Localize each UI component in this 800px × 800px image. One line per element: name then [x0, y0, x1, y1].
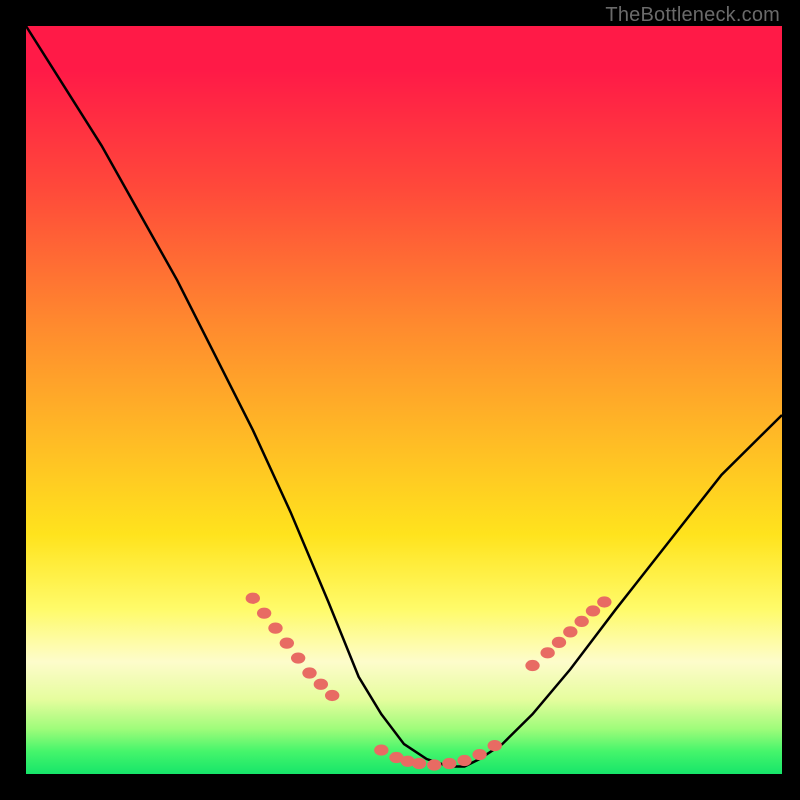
- curve-svg: [26, 26, 782, 774]
- highlight-dot: [427, 759, 441, 770]
- highlight-dot: [457, 755, 471, 766]
- highlight-dot: [314, 679, 328, 690]
- highlight-dot: [291, 652, 305, 663]
- chart-frame: TheBottleneck.com: [0, 0, 800, 800]
- highlight-dot: [246, 593, 260, 604]
- highlight-dot: [525, 660, 539, 671]
- highlight-dot: [268, 623, 282, 634]
- highlight-dots-left: [246, 593, 340, 701]
- highlight-dot: [597, 596, 611, 607]
- watermark-label: TheBottleneck.com: [605, 4, 780, 27]
- highlight-dot: [574, 616, 588, 627]
- bottleneck-curve-path: [26, 26, 782, 767]
- highlight-dot: [488, 740, 502, 751]
- highlight-dot: [302, 667, 316, 678]
- highlight-dot: [540, 647, 554, 658]
- highlight-dot: [472, 749, 486, 760]
- highlight-dot: [563, 626, 577, 637]
- highlight-dot: [374, 744, 388, 755]
- highlight-dot: [442, 758, 456, 769]
- highlight-dot: [586, 605, 600, 616]
- highlight-dot: [257, 608, 271, 619]
- highlight-dot: [325, 690, 339, 701]
- highlight-dot: [412, 758, 426, 769]
- highlight-dots-valley: [374, 740, 502, 771]
- highlight-dot: [280, 637, 294, 648]
- highlight-dot: [552, 637, 566, 648]
- plot-area: [26, 26, 782, 774]
